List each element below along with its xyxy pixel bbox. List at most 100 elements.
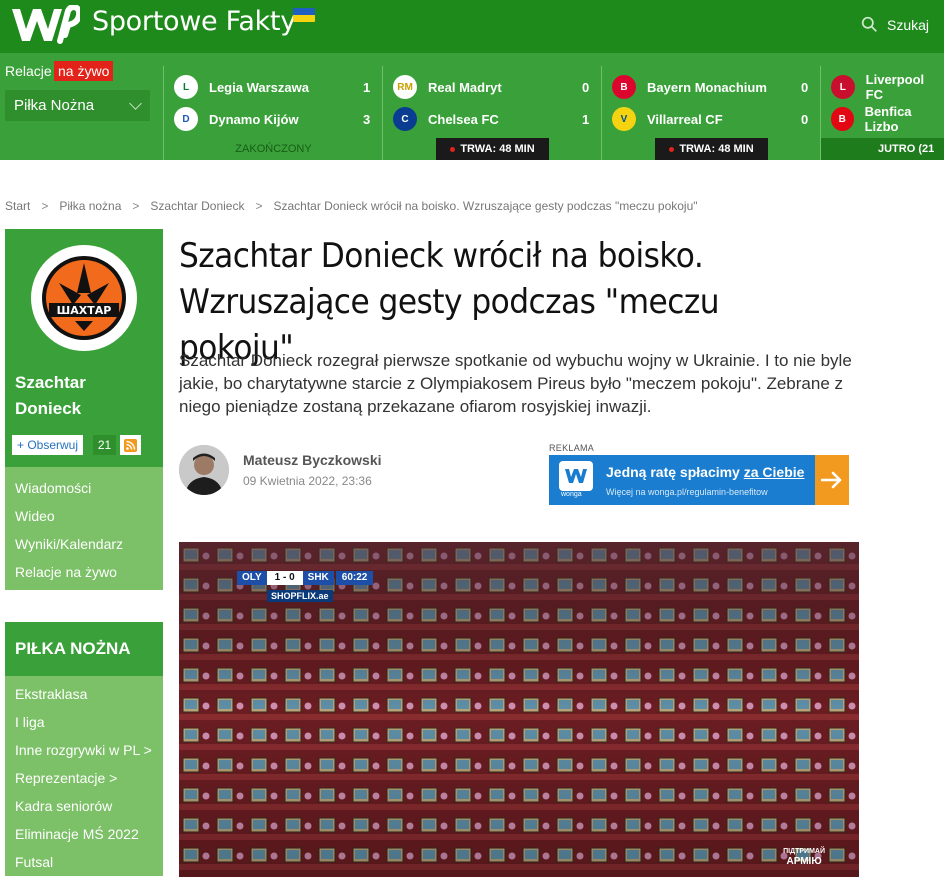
away-team: Villarreal CF xyxy=(647,111,723,127)
ad-brand: wonga xyxy=(561,491,582,498)
article-lead: Szachtar Donieck rozegrał pierwsze spotk… xyxy=(179,351,852,416)
follow-button[interactable]: + Obserwuj xyxy=(12,435,84,455)
match-home-row: B Bayern Monachium xyxy=(612,73,767,101)
live-dot-icon xyxy=(450,146,456,152)
ad-headline-part2: za Ciebie xyxy=(743,464,805,480)
match-status-text: TRWA: 48 MIN xyxy=(460,143,535,155)
home-goals: 1 xyxy=(363,80,371,95)
match-home-row: L Legia Warszawa xyxy=(174,73,309,101)
home-team: Legia Warszawa xyxy=(209,79,309,95)
ad-subtext: Więcej na wonga.pl/regulamin-benefitow xyxy=(606,487,768,497)
team-menu-results[interactable]: Wyniki/Kalendarz xyxy=(5,530,163,558)
ad-label: REKLAMA xyxy=(549,443,595,453)
tv-scorebug: OLY 1 - 0 SHK 60:22 xyxy=(237,571,374,585)
team-logo-text: ШАХТАР xyxy=(57,304,112,317)
wp-logo-icon[interactable] xyxy=(10,5,80,45)
section-title[interactable]: PIŁKA NOŻNA xyxy=(5,622,163,676)
live-dot-icon xyxy=(669,146,675,152)
section-menu-senior-squad[interactable]: Kadra seniorów xyxy=(5,792,163,820)
match-home-row: L Liverpool FC xyxy=(831,72,944,102)
real-madrid-crest-icon: RM xyxy=(393,75,417,99)
author-avatar[interactable] xyxy=(179,445,229,495)
team-menu-news[interactable]: Wiadomości xyxy=(5,474,163,502)
scorebug-score: 1 - 0 xyxy=(266,571,303,585)
live-scores-strip: Relacje na żywo Piłka Nożna L Legia Wars… xyxy=(0,53,944,160)
away-team: Chelsea FC xyxy=(428,111,499,127)
top-bar: Sportowe Fakty Szukaj xyxy=(0,0,944,53)
section-menu-national-teams[interactable]: Reprezentacje > xyxy=(5,764,163,792)
benfica-crest-icon: B xyxy=(831,107,854,131)
breadcrumb-team[interactable]: Szachtar Donieck xyxy=(150,199,244,213)
author-name[interactable]: Mateusz Byczkowski xyxy=(243,452,382,468)
match-status: TRWA: 48 MIN xyxy=(655,138,768,160)
section-menu-other[interactable]: Inne rozgrywki w PL > xyxy=(5,736,163,764)
home-goals: 0 xyxy=(582,80,590,95)
site-name[interactable]: Sportowe Fakty xyxy=(92,6,296,37)
article-photo[interactable]: OLY 1 - 0 SHK 60:22 SHOPFLIX.ae ПІДТРИМА… xyxy=(179,542,859,877)
live-badge[interactable]: na żywo xyxy=(54,61,114,81)
scorebug-away: SHK xyxy=(302,571,334,585)
away-team: Dynamo Kijów xyxy=(209,111,299,127)
legia-crest-icon: L xyxy=(174,75,198,99)
team-menu-video[interactable]: Wideo xyxy=(5,502,163,530)
match-status: TRWA: 48 MIN xyxy=(436,138,549,160)
team-menu-live[interactable]: Relacje na żywo xyxy=(5,558,163,586)
team-name[interactable]: Szachtar Donieck xyxy=(15,370,155,422)
live-label: Relacje xyxy=(5,63,52,79)
match-card[interactable]: RM Real Madryt 0 C Chelsea FC 1 TRWA: 48… xyxy=(382,66,601,160)
search-button[interactable]: Szukaj xyxy=(861,16,929,33)
scorebug-time: 60:22 xyxy=(335,571,374,585)
rss-icon xyxy=(124,438,137,452)
arrow-right-icon xyxy=(821,471,842,489)
breadcrumb-football[interactable]: Piłka nożna xyxy=(59,199,121,213)
home-goals: 0 xyxy=(801,80,809,95)
match-status-text: TRWA: 48 MIN xyxy=(679,143,754,155)
wonga-logo-icon xyxy=(559,461,593,491)
section-menu-i-liga[interactable]: I liga xyxy=(5,708,163,736)
away-goals: 1 xyxy=(582,112,590,127)
ad-banner[interactable]: wonga Jedną ratę spłacimy za Ciebie Więc… xyxy=(549,455,849,505)
match-card[interactable]: B Bayern Monachium 0 V Villarreal CF 0 T… xyxy=(601,66,820,160)
villarreal-crest-icon: V xyxy=(612,107,636,131)
away-goals: 3 xyxy=(363,112,371,127)
bayern-crest-icon: B xyxy=(612,75,636,99)
breadcrumb-separator: > xyxy=(132,199,140,213)
rss-button[interactable] xyxy=(120,435,141,455)
match-home-row: RM Real Madryt xyxy=(393,73,502,101)
breadcrumb-separator: > xyxy=(41,199,49,213)
away-team: Benfica Lizbo xyxy=(864,104,912,134)
match-away-row: V Villarreal CF xyxy=(612,105,723,133)
sponsor-badge: SHOPFLIX.ae xyxy=(267,590,333,602)
match-status: ZAKOŃCZONY xyxy=(235,143,312,155)
match-card[interactable]: L Liverpool FC B Benfica Lizbo JUTRO (21 xyxy=(820,66,944,160)
follow-count: 21 xyxy=(93,435,116,455)
scorebug-home: OLY xyxy=(237,571,267,585)
home-team: Bayern Monachium xyxy=(647,79,767,95)
search-label: Szukaj xyxy=(887,16,930,33)
sport-select-value: Piłka Nożna xyxy=(14,97,95,114)
photo-corner-tag: ПІДТРИМАЙ АРМІЮ xyxy=(783,848,825,867)
ad-arrow-button[interactable] xyxy=(815,455,849,505)
match-away-row: B Benfica Lizbo xyxy=(831,104,944,134)
chelsea-crest-icon: C xyxy=(393,107,417,131)
team-menu: Wiadomości Wideo Wyniki/Kalendarz Relacj… xyxy=(5,467,163,590)
shakhtar-crest-icon: ШАХТАР xyxy=(42,256,126,340)
breadcrumb-start[interactable]: Start xyxy=(5,199,30,213)
author-photo-icon xyxy=(179,445,229,495)
match-status: JUTRO (21 xyxy=(821,138,944,160)
ukraine-flag-icon xyxy=(293,8,315,22)
dynamo-crest-icon: D xyxy=(174,107,198,131)
match-card[interactable]: L Legia Warszawa 1 D Dynamo Kijów 3 ZAKO… xyxy=(163,66,382,160)
breadcrumb-current: Szachtar Donieck wrócił na boisko. Wzrus… xyxy=(273,199,698,213)
section-menu: Ekstraklasa I liga Inne rozgrywki w PL >… xyxy=(5,676,163,876)
breadcrumb-separator: > xyxy=(255,199,263,213)
search-icon xyxy=(861,16,877,32)
photo-corner-tag-line1: ПІДТРИМАЙ xyxy=(783,848,825,855)
team-card: ШАХТАР Szachtar Donieck + Obserwuj 21 xyxy=(5,229,163,467)
section-menu-ekstraklasa[interactable]: Ekstraklasa xyxy=(5,680,163,708)
section-menu-wc-qualifiers[interactable]: Eliminacje MŚ 2022 xyxy=(5,820,163,848)
home-team: Real Madryt xyxy=(428,79,502,95)
sport-select[interactable]: Piłka Nożna xyxy=(5,90,150,121)
shakhtar-logo-icon[interactable]: ШАХТАР xyxy=(31,245,137,351)
away-goals: 0 xyxy=(801,112,809,127)
